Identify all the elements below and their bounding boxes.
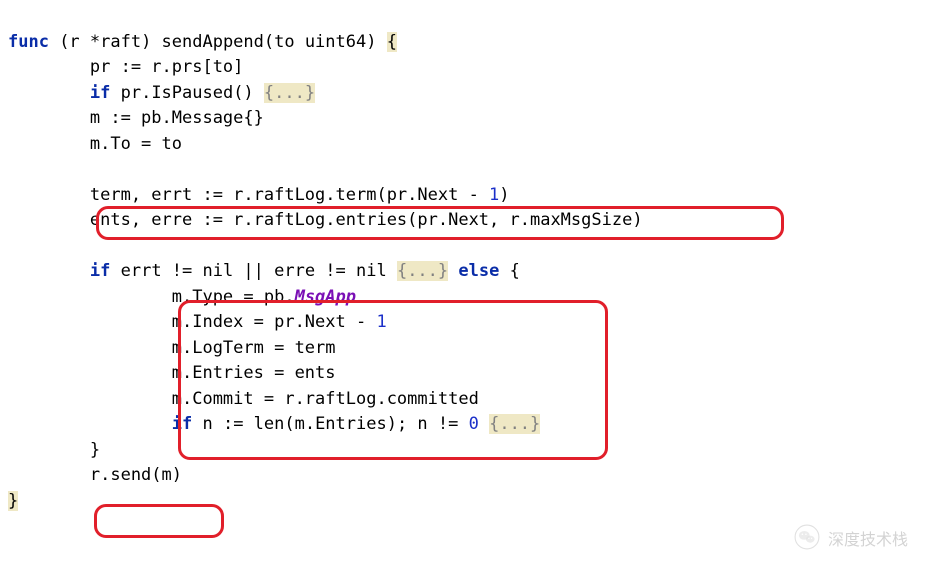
keyword-else: else xyxy=(458,261,499,281)
wechat-icon xyxy=(794,524,820,558)
keyword-if: if xyxy=(172,414,192,434)
keyword-if: if xyxy=(90,261,110,281)
num-1: 1 xyxy=(376,312,386,332)
close-brace: } xyxy=(8,491,18,511)
num-0: 0 xyxy=(469,414,479,434)
watermark: 深度技术栈 xyxy=(794,524,908,558)
line-mentries: m.Entries = ents xyxy=(8,363,336,383)
sp xyxy=(448,261,458,281)
cond-n: n := len(m.Entries); n != xyxy=(192,414,468,434)
line-term-b: ) xyxy=(499,185,509,205)
cond-err: errt != nil || erre != nil xyxy=(110,261,397,281)
indent xyxy=(8,83,90,103)
num-1: 1 xyxy=(489,185,499,205)
line-mtype-a: m.Type = pb. xyxy=(8,287,295,307)
fold-region[interactable]: {...} xyxy=(397,261,448,281)
line-m-assign: m := pb.Message{} xyxy=(8,108,264,128)
cond-ispaused: pr.IsPaused() xyxy=(110,83,264,103)
code-block: func (r *raft) sendAppend(to uint64) { p… xyxy=(8,4,920,514)
line-rsend: r.send(m) xyxy=(8,465,182,485)
keyword-func: func xyxy=(8,32,49,52)
indent xyxy=(8,261,90,281)
fold-region[interactable]: {...} xyxy=(264,83,315,103)
line-close-brace: } xyxy=(8,440,100,460)
type-msgapp: MsgApp xyxy=(295,287,356,307)
line-pr-assign: pr := r.prs[to] xyxy=(8,57,243,77)
line-mto: m.To = to xyxy=(8,134,182,154)
indent xyxy=(8,414,172,434)
line-term-a: term, errt := r.raftLog.term(pr.Next - xyxy=(8,185,489,205)
fold-region[interactable]: {...} xyxy=(489,414,540,434)
line-mcommit: m.Commit = r.raftLog.committed xyxy=(8,389,479,409)
sig-text: (r *raft) sendAppend(to uint64) xyxy=(49,32,387,52)
line-mlogterm: m.LogTerm = term xyxy=(8,338,336,358)
open-brace: { xyxy=(387,32,397,52)
line-ents: ents, erre := r.raftLog.entries(pr.Next,… xyxy=(8,210,643,230)
watermark-text: 深度技术栈 xyxy=(828,529,908,553)
sp xyxy=(479,414,489,434)
else-brace: { xyxy=(499,261,519,281)
keyword-if: if xyxy=(90,83,110,103)
line-mindex-a: m.Index = pr.Next - xyxy=(8,312,376,332)
